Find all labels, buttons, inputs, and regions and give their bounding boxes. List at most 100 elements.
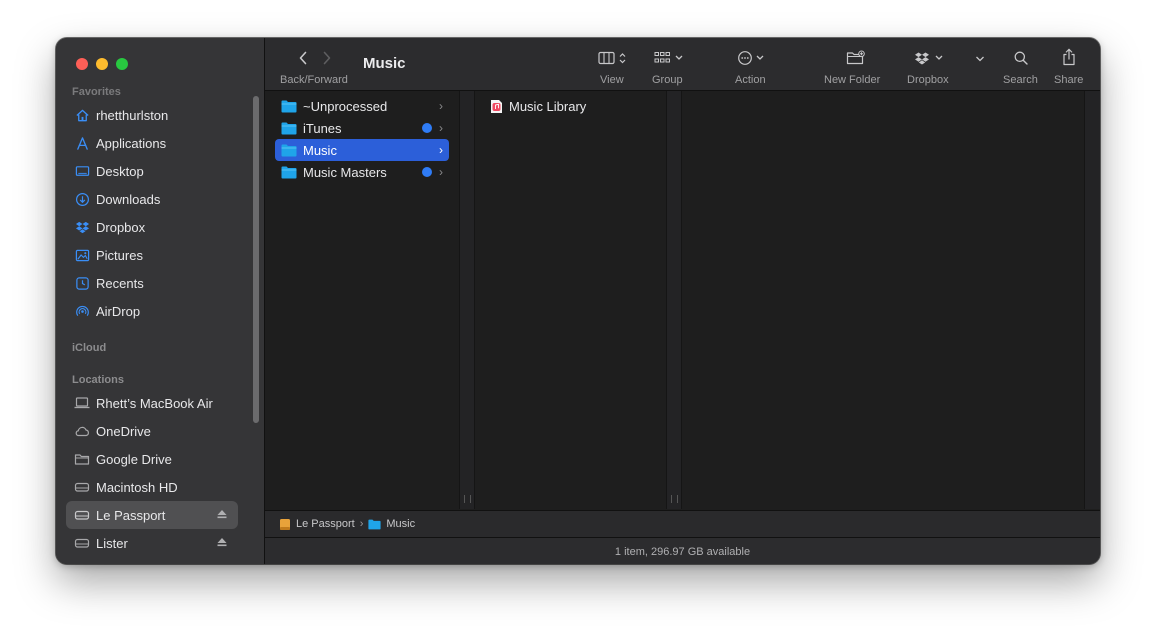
home-icon <box>74 107 90 123</box>
column-resize-handle[interactable] <box>666 91 682 509</box>
path-item-le-passport[interactable]: Le Passport <box>296 518 355 530</box>
list-item-music-library[interactable]: Music Library <box>484 95 656 117</box>
sidebar-item-macbook-air[interactable]: Rhett’s MacBook Air <box>66 389 238 417</box>
view-label[interactable]: View <box>600 74 624 86</box>
sidebar-item-recents[interactable]: Recents <box>66 269 238 297</box>
minimize-window-button[interactable] <box>96 58 108 70</box>
sidebar-item-label: AirDrop <box>96 303 141 319</box>
list-item-music[interactable]: Music › <box>275 139 449 161</box>
drive-icon <box>74 479 90 495</box>
status-text: 1 item, 296.97 GB available <box>614 545 751 558</box>
pictures-icon <box>74 247 90 263</box>
folder-icon <box>281 122 297 135</box>
group-label[interactable]: Group <box>652 74 683 86</box>
finder-window: Favorites rhetthurlston Applications Des… <box>56 38 1100 564</box>
sidebar: Favorites rhetthurlston Applications Des… <box>56 38 265 564</box>
path-item-music[interactable]: Music <box>386 518 415 530</box>
new-folder-label[interactable]: New Folder <box>824 74 880 86</box>
column-1: ~Unprocessed › iTunes › Music › Music Ma… <box>265 91 459 509</box>
back-chevron-icon[interactable] <box>297 50 309 71</box>
applications-icon <box>74 135 90 151</box>
sidebar-item-macintosh-hd[interactable]: Macintosh HD <box>66 473 238 501</box>
sidebar-item-airdrop[interactable]: AirDrop <box>66 297 238 325</box>
list-item-music-masters[interactable]: Music Masters › <box>275 161 449 183</box>
folder-icon <box>281 100 297 113</box>
share-icon[interactable] <box>1062 48 1076 71</box>
sidebar-item-dropbox[interactable]: Dropbox <box>66 213 238 241</box>
sidebar-section-icloud[interactable]: iCloud <box>72 342 106 354</box>
folder-icon <box>281 166 297 179</box>
sidebar-item-label: Downloads <box>96 191 161 207</box>
dropbox-icon <box>74 219 90 235</box>
sidebar-scrollbar[interactable] <box>253 96 259 423</box>
path-separator: › <box>359 518 364 530</box>
downloads-icon <box>74 191 90 207</box>
list-item-unprocessed[interactable]: ~Unprocessed › <box>275 95 449 117</box>
column-resize-handle[interactable] <box>459 91 475 509</box>
sidebar-section-favorites: Favorites <box>72 86 121 98</box>
sidebar-item-label: Lister <box>96 535 128 551</box>
blue-tag-dot <box>422 167 432 177</box>
group-icon[interactable] <box>654 51 688 71</box>
share-label[interactable]: Share <box>1054 74 1083 86</box>
close-window-button[interactable] <box>76 58 88 70</box>
chevron-right-icon: › <box>439 165 443 179</box>
dropbox-toolbar-icon[interactable] <box>914 51 946 71</box>
external-drive-icon <box>279 518 291 531</box>
window-controls <box>76 58 128 70</box>
sidebar-item-google-drive[interactable]: Google Drive <box>66 445 238 473</box>
desktop-icon <box>74 163 90 179</box>
column-view-icon[interactable] <box>598 51 630 71</box>
sidebar-item-label: Desktop <box>96 163 144 179</box>
airdrop-icon <box>74 303 90 319</box>
sidebar-item-lister[interactable]: Lister <box>66 529 238 557</box>
sidebar-item-desktop[interactable]: Desktop <box>66 157 238 185</box>
toolbar-overflow-chevron-icon[interactable] <box>974 52 986 70</box>
sidebar-item-label: Macintosh HD <box>96 479 178 495</box>
zoom-window-button[interactable] <box>116 58 128 70</box>
sidebar-item-le-passport[interactable]: Le Passport <box>66 501 238 529</box>
toolbar: Back/Forward Music View Group Action New… <box>265 38 1100 91</box>
list-item-label: ~Unprocessed <box>303 98 388 114</box>
sidebar-item-applications[interactable]: Applications <box>66 129 238 157</box>
forward-chevron-icon[interactable] <box>321 50 333 71</box>
sidebar-item-label: rhetthurlston <box>96 107 169 123</box>
sidebar-item-downloads[interactable]: Downloads <box>66 185 238 213</box>
column-browser: ~Unprocessed › iTunes › Music › Music Ma… <box>265 91 1100 509</box>
sidebar-item-label: OneDrive <box>96 423 151 439</box>
action-label[interactable]: Action <box>735 74 766 86</box>
cloud-icon <box>74 423 90 439</box>
sidebar-item-pictures[interactable]: Pictures <box>66 241 238 269</box>
sidebar-item-label: Google Drive <box>96 451 172 467</box>
list-item-itunes[interactable]: iTunes › <box>275 117 449 139</box>
search-label[interactable]: Search <box>1003 74 1038 86</box>
resize-grip-icon <box>671 495 678 503</box>
sidebar-item-home[interactable]: rhetthurlston <box>66 101 238 129</box>
sidebar-item-label: Dropbox <box>96 219 146 235</box>
drive-icon <box>74 535 90 551</box>
eject-icon[interactable] <box>216 536 228 551</box>
list-item-label: Music <box>303 142 337 158</box>
action-ellipsis-icon[interactable] <box>737 50 769 71</box>
resize-grip-icon <box>464 495 471 503</box>
eject-icon[interactable] <box>216 508 228 523</box>
sidebar-item-onedrive[interactable]: OneDrive <box>66 417 238 445</box>
sidebar-item-label: Pictures <box>96 247 143 263</box>
status-bar: 1 item, 296.97 GB available <box>265 537 1100 564</box>
new-folder-icon[interactable] <box>846 50 866 71</box>
dropbox-label[interactable]: Dropbox <box>907 74 949 86</box>
list-item-label: Music Library <box>509 98 587 114</box>
recents-icon <box>74 275 90 291</box>
sidebar-item-label: Recents <box>96 275 144 291</box>
music-library-icon <box>490 99 503 114</box>
chevron-right-icon: › <box>439 121 443 135</box>
sidebar-section-locations[interactable]: Locations <box>72 374 124 386</box>
back-forward-label: Back/Forward <box>280 74 348 86</box>
vertical-scrollbar[interactable] <box>1084 91 1100 509</box>
search-icon[interactable] <box>1013 50 1029 71</box>
column-3-empty <box>681 91 1085 509</box>
window-title: Music <box>363 55 406 72</box>
list-item-label: iTunes <box>303 120 342 136</box>
chevron-right-icon: › <box>439 143 443 157</box>
folder-icon <box>74 451 90 467</box>
